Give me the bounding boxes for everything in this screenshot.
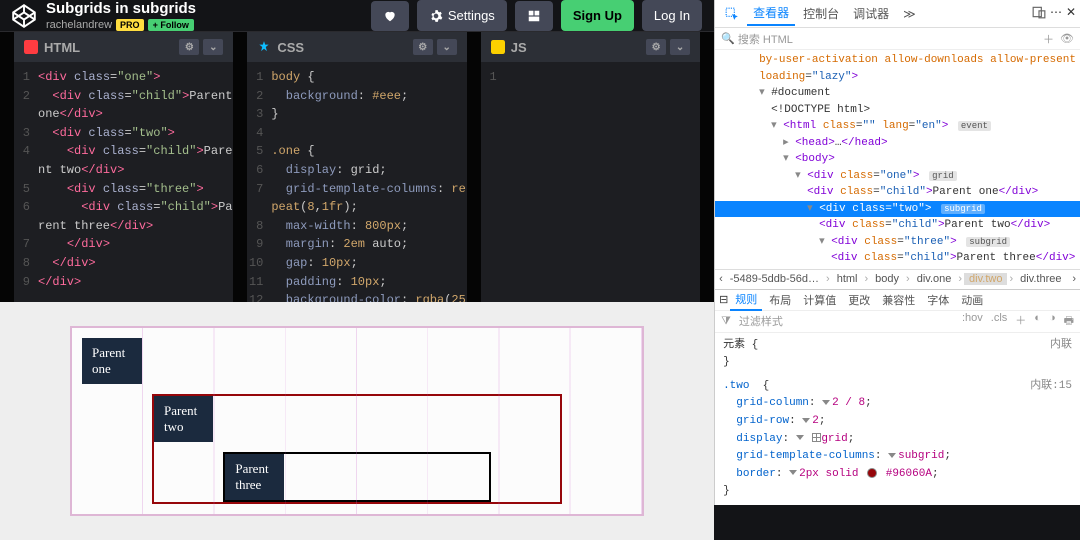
pen-title[interactable]: Subgrids in subgrids	[46, 0, 363, 17]
chevron-down-icon[interactable]: ⌄	[670, 39, 690, 55]
breadcrumb-item[interactable]: div.three	[1015, 273, 1066, 285]
close-icon[interactable]: ✕	[1066, 5, 1076, 22]
js-editor: JS⚙⌄ 1	[481, 32, 700, 302]
author-name[interactable]: rachelandrew	[46, 19, 112, 31]
css-code-area[interactable]: 1body {2 background: #eee;3}45.one {6 di…	[247, 62, 466, 302]
editor-settings-icon[interactable]: ⚙	[413, 39, 433, 55]
chevron-down-icon[interactable]: ⌄	[437, 39, 457, 55]
responsive-icon[interactable]	[1032, 5, 1046, 22]
editors-row: HTML⚙⌄ 1<div class="one">2 <div class="c…	[0, 32, 714, 302]
breadcrumb-item[interactable]: -5489-5ddb-56d…	[725, 273, 824, 285]
preview-parent-two[interactable]: Parent two	[154, 396, 213, 442]
follow-button[interactable]: + Follow	[148, 19, 194, 31]
preview-parent-one[interactable]: Parent one	[82, 338, 142, 384]
breadcrumb-item[interactable]: html	[832, 273, 863, 285]
breadcrumbs: ‹-5489-5ddb-56d…›html›body›div.one›div.t…	[715, 269, 1080, 289]
pick-element-icon[interactable]	[719, 4, 745, 24]
add-node-icon[interactable]: ＋	[1043, 31, 1054, 47]
styles-tab[interactable]: 更改	[843, 290, 875, 310]
pro-badge: PRO	[116, 19, 144, 31]
dom-tree[interactable]: by-user-activation allow-downloads allow…	[715, 50, 1080, 269]
styles-tab[interactable]: 计算值	[798, 290, 841, 310]
breadcrumb-item[interactable]: body	[870, 273, 904, 285]
styles-tab[interactable]: 兼容性	[877, 290, 920, 310]
css-editor: CSS⚙⌄ 1body {2 background: #eee;3}45.one…	[247, 32, 466, 302]
codepen-logo-icon	[12, 4, 36, 28]
dom-search-row: 🔍 搜索 HTML ＋ 👁	[715, 28, 1080, 50]
styles-tab[interactable]: 布局	[764, 290, 796, 310]
author-row: rachelandrew PRO + Follow	[46, 19, 363, 31]
chevron-down-icon[interactable]: ⌄	[203, 39, 223, 55]
styles-tabs: ⊟ 规则布局计算值更改兼容性字体动画	[715, 289, 1080, 311]
tab-inspector[interactable]: 查看器	[747, 1, 795, 26]
styles-side-toggle-icon[interactable]: ⊟	[719, 293, 728, 306]
devtools-menu-icon[interactable]: ⋯	[1050, 5, 1062, 22]
preview-parent-three[interactable]: Parent three	[225, 454, 283, 500]
light-dark-icon[interactable]: ◐	[1034, 312, 1041, 331]
contrast-icon[interactable]: ◑	[1049, 312, 1056, 331]
login-button[interactable]: Log In	[642, 0, 702, 31]
funnel-icon: ⧩	[721, 315, 731, 328]
header: Subgrids in subgrids rachelandrew PRO + …	[0, 0, 714, 32]
styles-filter-row: ⧩ 过滤样式 :hov .cls ＋ ◐ ◑ 🖶	[715, 311, 1080, 333]
preview-pane: Parent one Parent two Parent three	[0, 302, 714, 540]
css-badge-icon	[257, 40, 271, 54]
search-icon: 🔍	[721, 32, 735, 45]
tab-console[interactable]: 控制台	[797, 2, 845, 25]
signup-button[interactable]: Sign Up	[561, 0, 634, 31]
devtools-tabs: 查看器 控制台 调试器 ≫ ⋯ ✕	[715, 0, 1080, 28]
js-badge-icon	[491, 40, 505, 54]
gear-icon	[429, 9, 443, 23]
html-badge-icon	[24, 40, 38, 54]
styles-tab[interactable]: 规则	[730, 289, 762, 311]
styles-tab[interactable]: 字体	[922, 290, 954, 310]
preview-grid-three[interactable]: Parent three	[223, 452, 490, 502]
print-icon[interactable]: 🖶	[1064, 312, 1074, 331]
cls-toggle[interactable]: .cls	[991, 312, 1008, 331]
dom-search-input[interactable]: 搜索 HTML	[738, 31, 793, 47]
hov-toggle[interactable]: :hov	[962, 312, 983, 331]
heart-icon	[383, 9, 397, 23]
js-code-area[interactable]: 1	[481, 62, 700, 302]
preview-grid-one[interactable]: Parent one Parent two Parent three	[70, 326, 644, 516]
breadcrumb-item[interactable]: div.one	[912, 273, 957, 285]
html-editor: HTML⚙⌄ 1<div class="one">2 <div class="c…	[14, 32, 233, 302]
devtools-panel: 查看器 控制台 调试器 ≫ ⋯ ✕ 🔍 搜索 HTML ＋ 👁 by-user-…	[714, 0, 1080, 505]
tab-debugger[interactable]: 调试器	[847, 2, 895, 25]
html-code-area[interactable]: 1<div class="one">2 <div class="child">P…	[14, 62, 233, 302]
heart-button[interactable]	[371, 1, 409, 31]
layout-icon	[527, 9, 541, 23]
filter-input[interactable]: 过滤样式	[739, 313, 783, 329]
preview-grid-two[interactable]: Parent two Parent three	[152, 394, 562, 504]
rules-panel[interactable]: 元素 {内联 } .two {内联:15 grid-column: 2 / 8;…	[715, 333, 1080, 505]
tabs-overflow-icon[interactable]: ≫	[897, 4, 922, 24]
layout-button[interactable]	[515, 1, 553, 31]
styles-tab[interactable]: 动画	[956, 290, 988, 310]
breadcrumb-item[interactable]: div.two	[964, 273, 1007, 285]
editor-settings-icon[interactable]: ⚙	[646, 39, 666, 55]
eye-icon[interactable]: 👁	[1060, 32, 1074, 45]
settings-button[interactable]: Settings	[417, 0, 507, 31]
editor-settings-icon[interactable]: ⚙	[179, 39, 199, 55]
add-rule-icon[interactable]: ＋	[1015, 312, 1026, 331]
